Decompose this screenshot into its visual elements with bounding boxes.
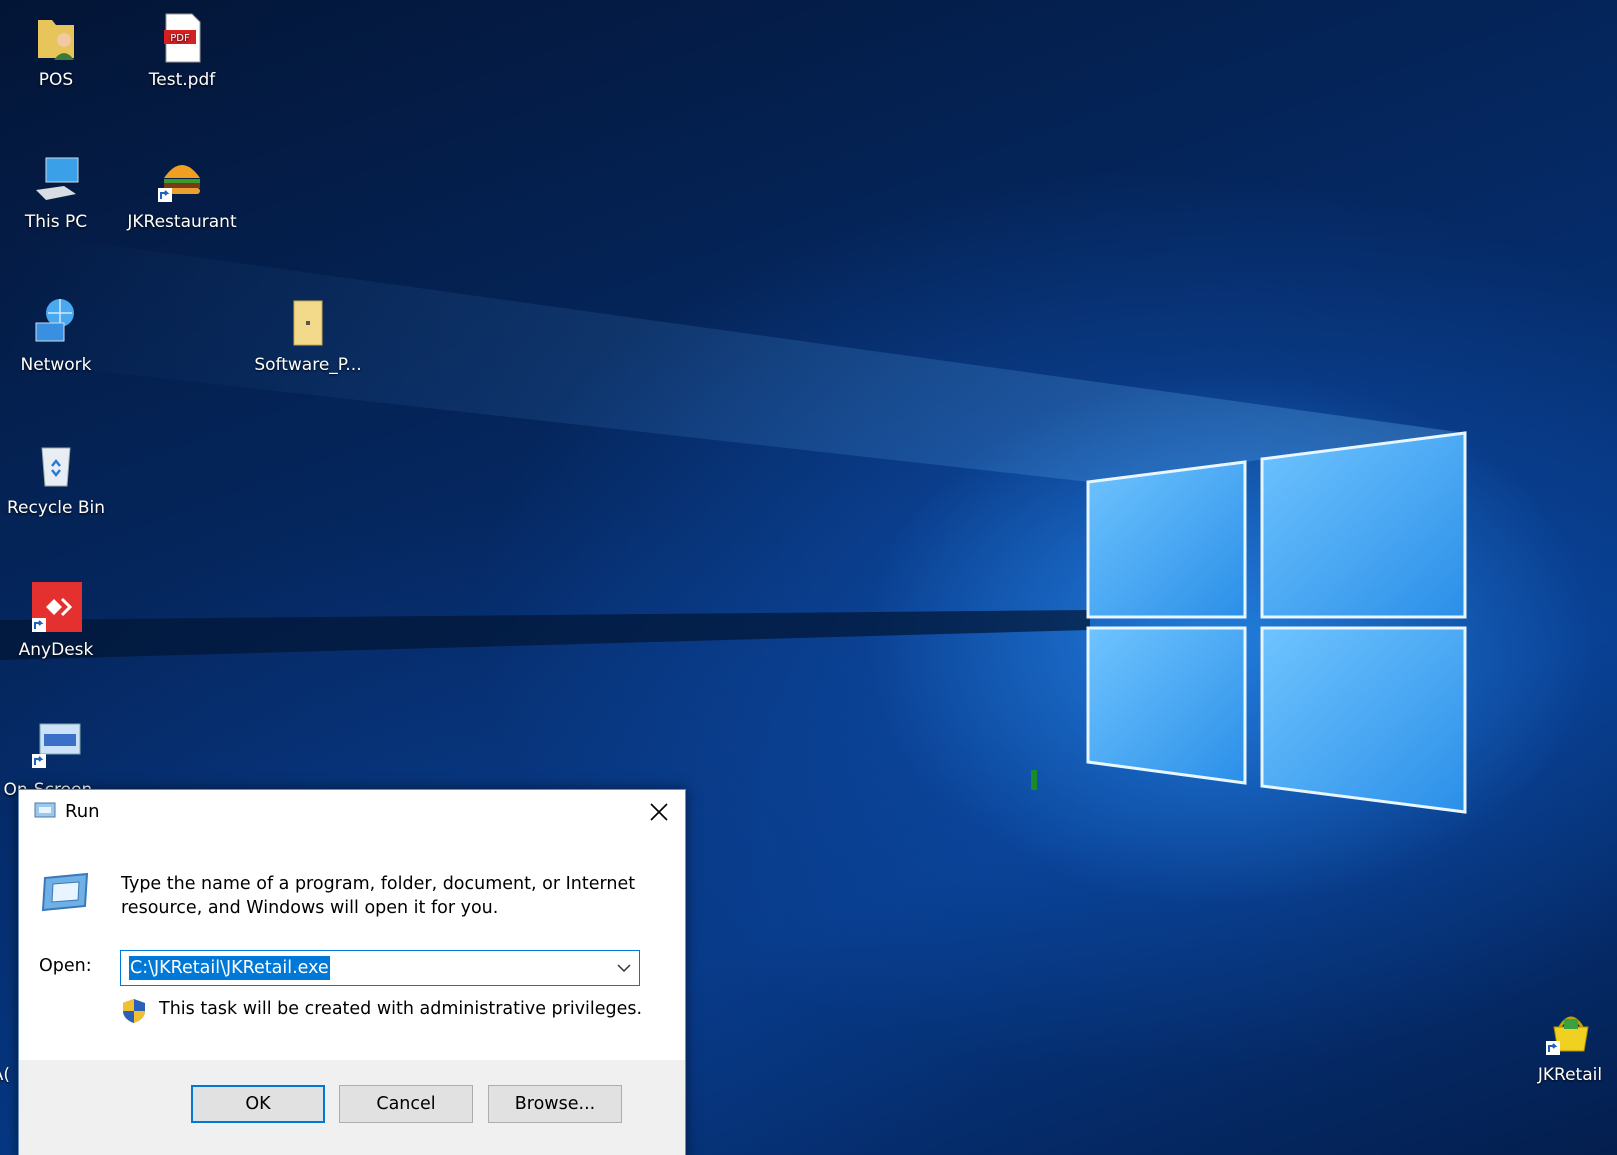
admin-privileges-note: This task will be created with administr…	[159, 999, 643, 1019]
run-dialog-titlebar[interactable]: Run	[19, 790, 685, 834]
icon-label: Recycle Bin	[6, 498, 105, 518]
shopping-basket-shortcut-icon	[1546, 1016, 1589, 1055]
icon-label: Test.pdf	[148, 70, 216, 90]
network-globe-icon	[35, 299, 74, 342]
icon-label: A(	[0, 1065, 10, 1085]
icon-label: This PC	[24, 212, 88, 232]
desktop-icon-on-screen-keyboard[interactable]: On-Screen...	[0, 720, 116, 800]
desktop-icon-jkrestaurant[interactable]: JKRestaurant	[122, 152, 242, 232]
run-dialog: Run Type the name of a program, folder, …	[18, 789, 686, 1155]
icon-label: Network	[20, 355, 92, 375]
close-icon	[650, 803, 668, 821]
computer-icon	[36, 157, 79, 200]
icon-label: POS	[38, 70, 74, 90]
desktop-icon-anydesk[interactable]: AnyDesk	[0, 580, 116, 660]
desktop-icon-this-pc[interactable]: This PC	[0, 152, 116, 232]
svg-text:PDF: PDF	[170, 33, 190, 44]
run-app-icon	[34, 802, 56, 818]
desktop-background: POS PDF Test.pdf This PC JKRestaurant Ne…	[0, 0, 1617, 1155]
folder-zip-icon	[293, 300, 323, 346]
anydesk-shortcut-icon	[32, 582, 82, 632]
open-input-value[interactable]: C:\JKRetail\JKRetail.exe	[129, 956, 330, 980]
run-description: Type the name of a program, folder, docu…	[121, 874, 636, 918]
desktop-icon-network[interactable]: Network	[0, 295, 116, 375]
burger-shortcut-icon	[158, 165, 200, 202]
desktop-icon-recycle-bin[interactable]: Recycle Bin	[0, 438, 116, 518]
desktop-icon-jkretail[interactable]: JKRetail	[1510, 1005, 1617, 1085]
cancel-button[interactable]: Cancel	[339, 1085, 473, 1123]
ok-button[interactable]: OK	[191, 1085, 325, 1123]
dialog-title: Run	[65, 801, 100, 822]
desktop-icon-pos[interactable]: POS	[0, 10, 116, 90]
open-input[interactable]: C:\JKRetail\JKRetail.exe	[120, 950, 640, 986]
browse-button[interactable]: Browse...	[488, 1085, 622, 1123]
desktop-icon-partial[interactable]: A(	[0, 1065, 10, 1085]
keyboard-shortcut-icon	[32, 723, 81, 768]
close-button[interactable]	[641, 794, 677, 830]
icon-label: Software_P...	[254, 355, 362, 375]
recycle-bin-icon	[41, 447, 71, 487]
uac-shield-icon	[123, 999, 145, 1023]
run-large-icon	[41, 872, 89, 912]
chevron-down-icon[interactable]	[615, 959, 633, 977]
pdf-file-icon: PDF	[164, 13, 201, 63]
icon-label: JKRetail	[1537, 1065, 1603, 1085]
green-marker	[1031, 770, 1037, 790]
icon-label: JKRestaurant	[127, 212, 237, 232]
open-label: Open:	[39, 956, 92, 976]
desktop-icon-software-p[interactable]: Software_P...	[248, 295, 368, 375]
user-folder-icon	[38, 20, 74, 60]
icon-label: AnyDesk	[18, 640, 94, 660]
desktop-icon-test-pdf[interactable]: PDF Test.pdf	[122, 10, 242, 90]
